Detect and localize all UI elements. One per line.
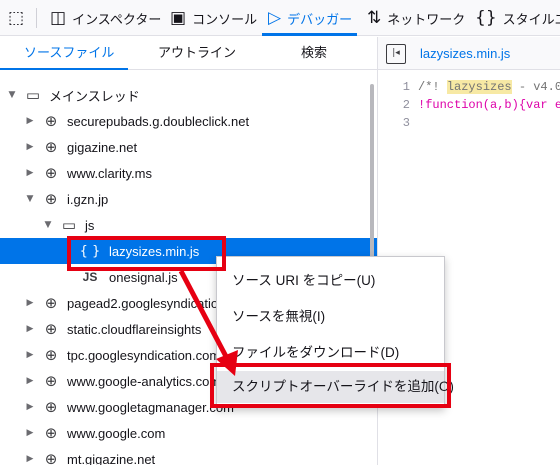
annotation-arrow-line <box>178 269 233 366</box>
annotation-arrow <box>178 269 238 376</box>
